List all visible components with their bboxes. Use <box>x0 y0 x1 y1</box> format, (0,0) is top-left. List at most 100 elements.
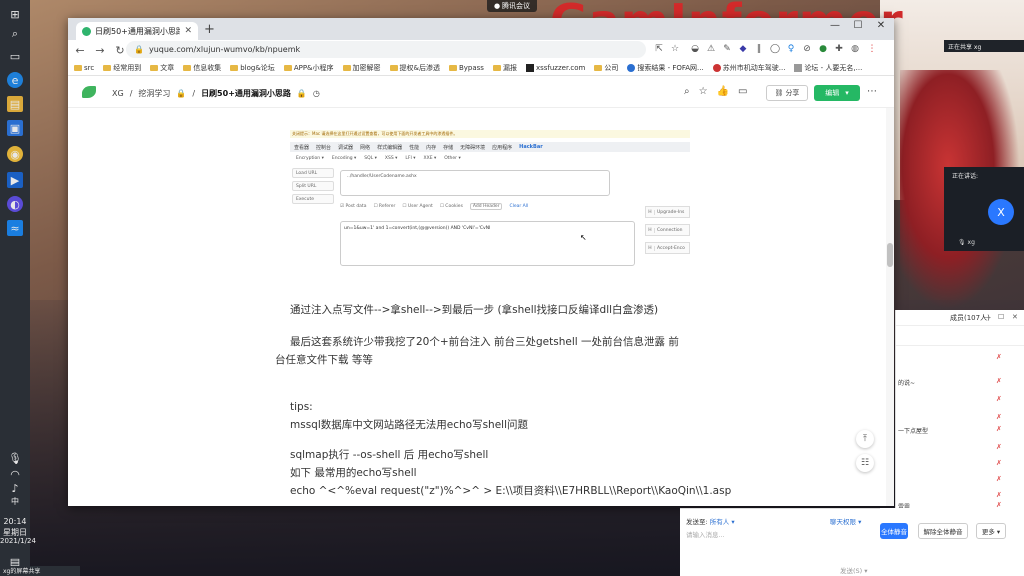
close-tab-icon[interactable]: ✕ <box>184 26 192 36</box>
present-icon[interactable]: ▭ <box>738 86 747 97</box>
address-bar[interactable]: 🔒 yuque.com/xlujun-wumvo/kb/npuemk <box>126 41 646 58</box>
bookmark-item[interactable]: 漏报 <box>492 63 517 73</box>
windows-start-icon[interactable]: ⊞ <box>7 6 23 22</box>
bookmark-item[interactable]: 苏州市机动车驾驶... <box>712 63 785 73</box>
mute-all-button[interactable]: 全体静音 <box>880 523 908 539</box>
bookmark-item[interactable]: 公司 <box>594 63 618 73</box>
close-window-icon[interactable]: ✕ <box>872 20 890 31</box>
menu-icon[interactable]: ⋮ <box>866 44 878 54</box>
warning-icon[interactable]: ⚠ <box>705 44 717 54</box>
app-icon[interactable]: ◐ <box>7 196 23 212</box>
task-view-icon[interactable]: ▭ <box>7 48 23 64</box>
history-icon[interactable]: ◷ <box>313 89 320 98</box>
member-row[interactable]: ✗ <box>896 352 1024 364</box>
forward-icon[interactable]: → <box>92 44 108 57</box>
muted-mic-icon[interactable]: ✗ <box>996 353 1002 361</box>
extension-icon[interactable]: ● <box>817 44 829 54</box>
yuque-logo-icon[interactable] <box>82 86 96 98</box>
member-row[interactable]: ✗ <box>896 442 1024 454</box>
muted-mic-icon[interactable]: ✗ <box>996 413 1002 421</box>
muted-mic-icon[interactable]: ✗ <box>996 395 1002 403</box>
edit-button[interactable]: 编辑 ▾ <box>814 85 860 101</box>
breadcrumb-user[interactable]: XG <box>112 89 124 98</box>
volume-icon[interactable]: ♪ <box>7 480 23 496</box>
bookmark-item[interactable]: xssfuzzer.com <box>525 63 585 72</box>
muted-mic-icon[interactable]: ✗ <box>996 377 1002 385</box>
breadcrumb-doc[interactable]: 日刷50+通用漏洞小思路 <box>201 88 291 99</box>
muted-mic-icon[interactable]: ✗ <box>996 443 1002 451</box>
outline-icon[interactable]: ☷ <box>856 454 874 472</box>
new-tab-icon[interactable]: + <box>204 22 215 37</box>
scrollbar-thumb[interactable] <box>887 243 893 267</box>
extension-icon[interactable]: ✎ <box>721 44 733 54</box>
bookmark-item[interactable]: Bypass <box>448 64 484 72</box>
chevron-down-icon[interactable]: ▾ <box>845 89 849 97</box>
bookmark-item[interactable]: src <box>74 64 94 72</box>
member-row[interactable]: ✗ <box>896 394 1024 406</box>
bookmark-item[interactable]: 经常用到 <box>103 63 141 73</box>
file-explorer-icon[interactable]: ▤ <box>7 96 23 112</box>
extension-icon[interactable]: ♀ <box>785 44 797 54</box>
search-icon[interactable]: ⌕ <box>684 86 690 97</box>
search-icon[interactable]: ⌕ <box>7 26 23 42</box>
chrome-icon[interactable]: ◉ <box>7 146 23 162</box>
bookmark-item[interactable]: blog&论坛 <box>230 63 275 73</box>
thumbs-up-icon[interactable]: 👍 <box>717 86 729 97</box>
back-to-top-icon[interactable]: ⤒ <box>856 430 874 448</box>
edge-browser-icon[interactable]: e <box>7 72 23 88</box>
muted-mic-icon[interactable]: ✗ <box>996 459 1002 467</box>
document-scrollbar[interactable] <box>886 108 894 506</box>
bookmark-item[interactable]: 提权&后渗透 <box>389 63 440 73</box>
muted-mic-icon[interactable]: ✗ <box>996 475 1002 483</box>
members-search[interactable] <box>896 332 1024 346</box>
muted-mic-icon[interactable]: ✗ <box>996 425 1002 433</box>
member-row[interactable]: 一下点屋型 ✗ <box>896 424 1024 436</box>
minimize-icon[interactable]: — <box>984 313 991 321</box>
extension-icon[interactable]: ◆ <box>737 44 749 54</box>
open-in-icon[interactable]: ⇱ <box>653 44 665 54</box>
share-button[interactable]: ⛓ 分享 <box>766 85 808 101</box>
extension-icon[interactable]: ◯ <box>769 44 781 54</box>
more-icon[interactable]: ⋯ <box>867 86 877 97</box>
extension-icon[interactable]: ◒ <box>689 44 701 54</box>
star-icon[interactable]: ☆ <box>699 86 708 97</box>
close-icon[interactable]: ✕ <box>1012 313 1018 321</box>
extension-icon[interactable]: ⊘ <box>801 44 813 54</box>
bookmark-star-icon[interactable]: ☆ <box>669 44 681 54</box>
chat-input[interactable]: 请输入消息... <box>686 529 725 539</box>
breadcrumb-book[interactable]: 挖洞学习 <box>138 88 170 99</box>
bookmark-item[interactable]: 加密解密 <box>342 63 381 73</box>
bookmark-item[interactable]: 信息收集 <box>183 63 221 73</box>
tencent-meeting-icon[interactable]: ▶ <box>7 172 23 188</box>
member-row[interactable]: ✗ <box>896 458 1024 470</box>
more-button[interactable]: 更多 ▾ <box>976 523 1006 539</box>
bookmark-item[interactable]: 搜索结果 - FOFA网... <box>627 63 704 73</box>
bookmark-item[interactable]: 论坛 - 人要无名,... <box>794 63 862 73</box>
app-icon[interactable]: ≈ <box>7 220 23 236</box>
app-icon[interactable]: ▣ <box>7 120 23 136</box>
maximize-icon[interactable]: ☐ <box>998 313 1004 321</box>
back-icon[interactable]: ← <box>72 44 88 57</box>
chat-to-value[interactable]: 所有人 ▾ <box>710 518 735 526</box>
member-row[interactable]: ✗ <box>896 474 1024 486</box>
bookmark-item[interactable]: APP&小程序 <box>283 63 334 73</box>
maximize-icon[interactable]: ☐ <box>849 20 867 31</box>
chat-recipient[interactable]: 发送至: 所有人 ▾ <box>686 516 735 526</box>
browser-tab[interactable]: 日刷50+通用漏洞小思路 · 语雀 ✕ <box>76 22 198 40</box>
muted-mic-icon[interactable]: ✗ <box>996 491 1002 499</box>
extension-icon[interactable]: ‖ <box>753 44 765 54</box>
url-text[interactable]: yuque.com/xlujun-wumvo/kb/npuemk <box>149 45 300 54</box>
profile-icon[interactable]: ◍ <box>849 44 861 54</box>
meeting-indicator[interactable]: ● 腾讯会议 <box>487 0 537 12</box>
chat-send-button[interactable]: 发送(S) ▾ <box>840 565 868 575</box>
microphone-icon[interactable]: 🎙 <box>7 450 23 466</box>
bookmark-item[interactable]: 文章 <box>150 63 174 73</box>
unmute-all-button[interactable]: 解除全体静音 <box>918 523 968 539</box>
minimize-icon[interactable]: — <box>826 20 844 31</box>
ime-indicator[interactable]: 中 <box>0 496 30 507</box>
extensions-puzzle-icon[interactable]: ✚ <box>833 44 845 54</box>
member-row[interactable]: 的说~ ✗ <box>896 376 1024 388</box>
clock-time[interactable]: 20:14 <box>0 517 30 526</box>
member-row[interactable]: ✗ <box>896 412 1024 424</box>
chat-permission[interactable]: 聊天权限 ▾ <box>830 516 861 526</box>
